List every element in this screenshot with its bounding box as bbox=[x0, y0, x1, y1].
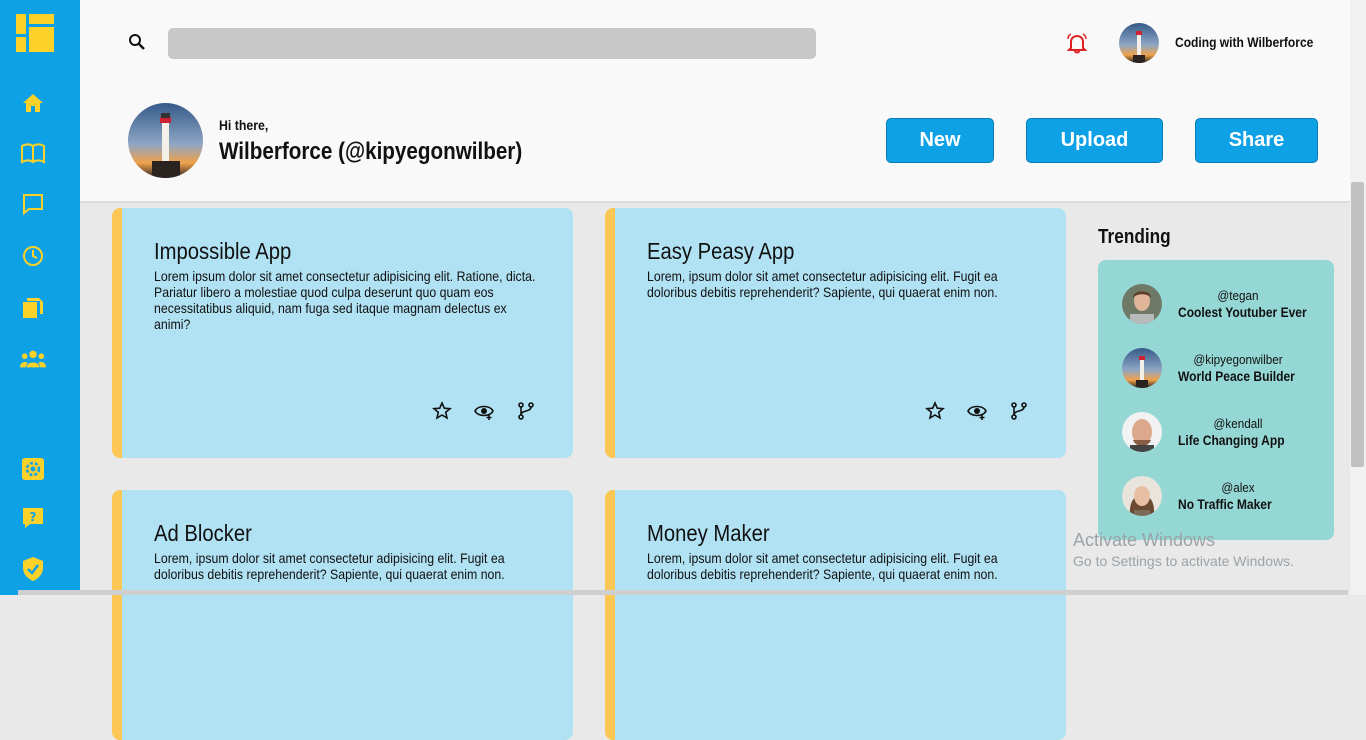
avatar[interactable] bbox=[1119, 23, 1159, 63]
trending-handle: @alex bbox=[1221, 480, 1255, 495]
trending-handle: @kendall bbox=[1213, 416, 1263, 431]
trending-item[interactable]: @kipyegonwilber World Peace Builder bbox=[1122, 348, 1327, 390]
clock-icon[interactable] bbox=[20, 243, 46, 269]
main-area: Coding with Wilberforce Hi there, Wilber… bbox=[80, 0, 1350, 740]
new-button[interactable]: New bbox=[886, 118, 994, 163]
profile-name: Wilberforce (@kipyegonwilber) bbox=[219, 138, 523, 165]
header: Coding with Wilberforce Hi there, Wilber… bbox=[80, 0, 1350, 203]
home-icon[interactable] bbox=[20, 90, 46, 116]
fork-icon[interactable] bbox=[1009, 401, 1029, 421]
share-button[interactable]: Share bbox=[1195, 118, 1318, 163]
dashboard-icon[interactable] bbox=[16, 14, 54, 52]
trending-description: Life Changing App bbox=[1178, 432, 1285, 448]
documents-icon[interactable] bbox=[20, 295, 46, 321]
trending-panel: @tegan Coolest Youtuber Ever @kipyegonwi… bbox=[1098, 260, 1334, 540]
group-icon[interactable] bbox=[20, 346, 46, 372]
watermark-title: Activate Windows bbox=[1073, 530, 1216, 550]
star-icon[interactable] bbox=[925, 401, 945, 421]
svg-text:?: ? bbox=[30, 510, 37, 524]
card-actions bbox=[925, 401, 1045, 421]
card-title: Easy Peasy App bbox=[647, 238, 795, 264]
trending-handle: @kipyegonwilber bbox=[1193, 352, 1283, 367]
book-icon[interactable] bbox=[20, 141, 46, 167]
help-icon[interactable]: ? bbox=[20, 505, 46, 531]
avatar bbox=[1122, 348, 1162, 388]
star-icon[interactable] bbox=[432, 401, 452, 421]
card-description: Lorem ipsum dolor sit amet consectetur a… bbox=[154, 268, 536, 332]
avatar bbox=[1122, 476, 1162, 516]
message-icon[interactable] bbox=[20, 191, 46, 217]
trending-handle: @tegan bbox=[1217, 288, 1259, 303]
trending-item[interactable]: @alex No Traffic Maker bbox=[1122, 476, 1327, 518]
settings-icon[interactable] bbox=[20, 456, 46, 482]
avatar bbox=[1122, 412, 1162, 452]
vertical-scrollbar[interactable] bbox=[1350, 0, 1366, 595]
trending-description: No Traffic Maker bbox=[1178, 496, 1272, 512]
card-title: Ad Blocker bbox=[154, 520, 252, 546]
watch-icon[interactable] bbox=[967, 401, 987, 421]
trending-description: World Peace Builder bbox=[1178, 368, 1295, 384]
card-actions bbox=[432, 401, 552, 421]
project-card[interactable]: Ad Blocker Lorem, ipsum dolor sit amet c… bbox=[112, 490, 573, 740]
sidebar: ? bbox=[0, 0, 80, 595]
project-card[interactable]: Money Maker Lorem, ipsum dolor sit amet … bbox=[605, 490, 1066, 740]
search-icon[interactable] bbox=[128, 33, 146, 51]
watch-icon[interactable] bbox=[474, 401, 494, 421]
card-title: Money Maker bbox=[647, 520, 770, 546]
user-name[interactable]: Coding with Wilberforce bbox=[1175, 34, 1313, 50]
activation-watermark: Activate Windows Go to Settings to activ… bbox=[1073, 530, 1294, 569]
card-description: Lorem, ipsum dolor sit amet consectetur … bbox=[154, 550, 505, 582]
trending-description: Coolest Youtuber Ever bbox=[1178, 304, 1307, 320]
greeting: Hi there, bbox=[219, 117, 269, 133]
scrollbar-thumb[interactable] bbox=[1351, 182, 1364, 467]
bell-icon[interactable] bbox=[1066, 32, 1088, 54]
watermark-subtitle: Go to Settings to activate Windows. bbox=[1073, 553, 1294, 569]
trending-item[interactable]: @tegan Coolest Youtuber Ever bbox=[1122, 284, 1327, 326]
trending-title: Trending bbox=[1098, 226, 1171, 248]
shield-icon[interactable] bbox=[20, 556, 46, 582]
search-input[interactable] bbox=[168, 28, 816, 59]
profile-avatar bbox=[128, 103, 203, 178]
avatar bbox=[1122, 284, 1162, 324]
card-description: Lorem, ipsum dolor sit amet consectetur … bbox=[647, 268, 998, 300]
fork-icon[interactable] bbox=[516, 401, 536, 421]
upload-button[interactable]: Upload bbox=[1026, 118, 1163, 163]
trending-item[interactable]: @kendall Life Changing App bbox=[1122, 412, 1327, 454]
horizontal-scrollbar[interactable] bbox=[18, 590, 1348, 595]
card-title: Impossible App bbox=[154, 238, 292, 264]
project-card[interactable]: Impossible App Lorem ipsum dolor sit ame… bbox=[112, 208, 573, 458]
card-description: Lorem, ipsum dolor sit amet consectetur … bbox=[647, 550, 998, 582]
project-card[interactable]: Easy Peasy App Lorem, ipsum dolor sit am… bbox=[605, 208, 1066, 458]
